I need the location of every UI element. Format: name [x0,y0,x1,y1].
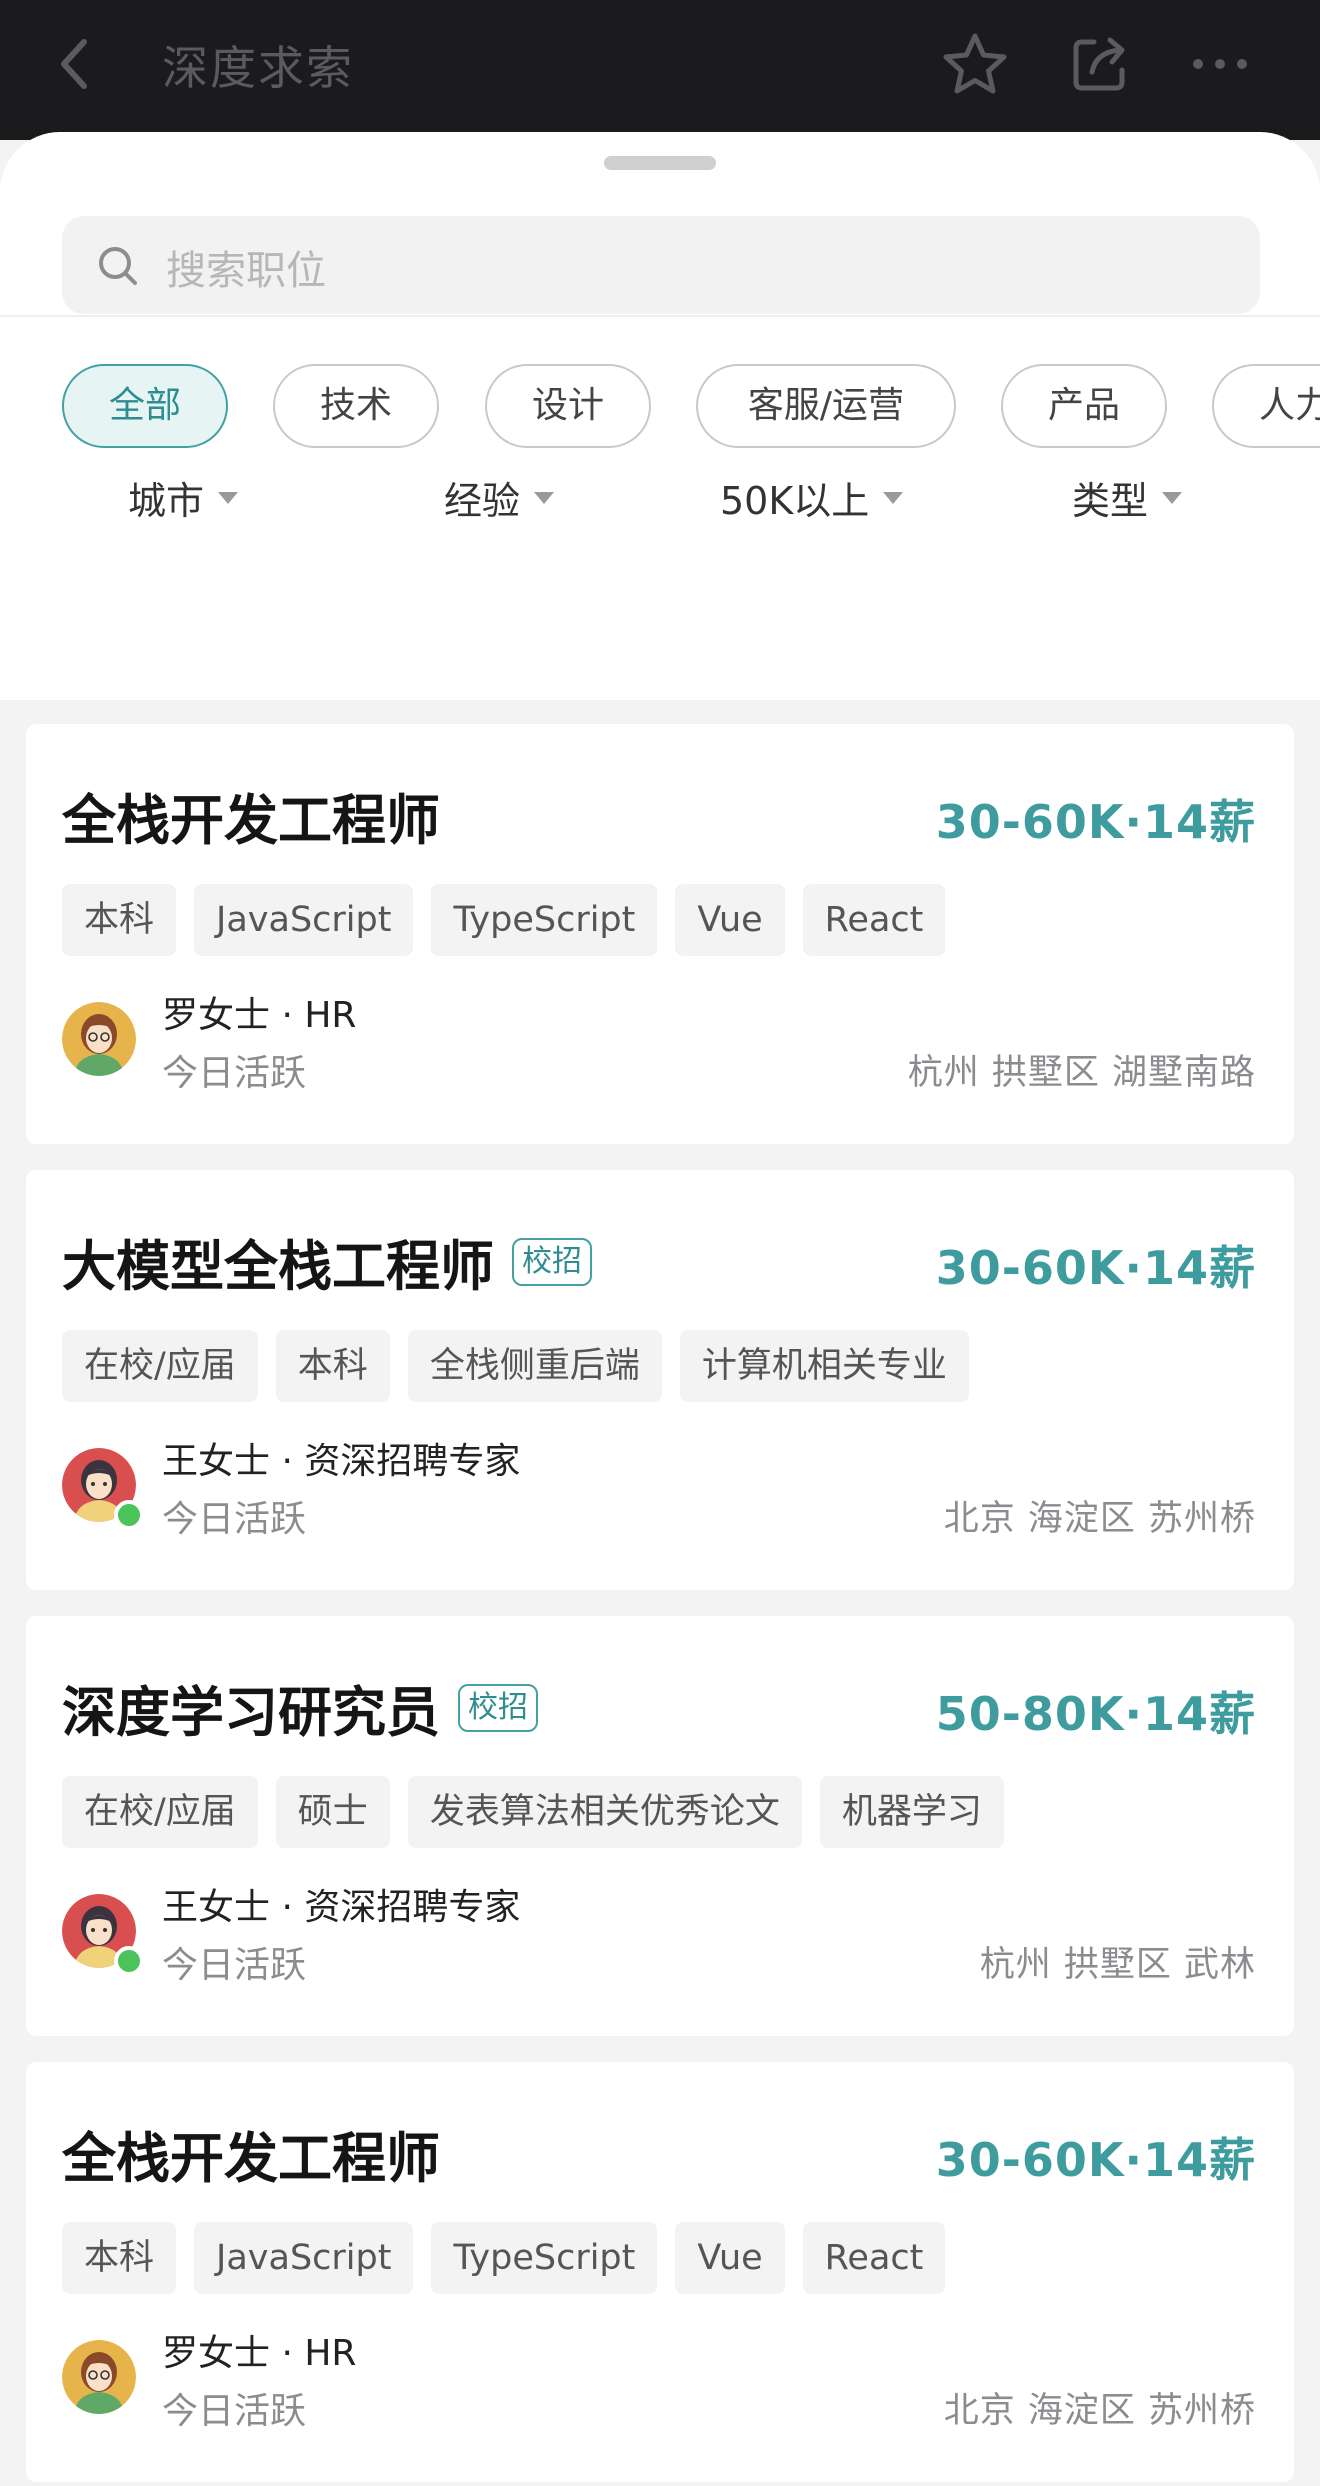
salary: 30-60K·14薪 [935,1241,1256,1295]
salary: 50-80K·14薪 [935,1687,1256,1741]
category-chips: 全部 技术 设计 客服/运营 产品 人力 [62,364,1320,448]
job-tag: 本科 [62,884,177,956]
salary: 30-60K·14薪 [935,2133,1256,2187]
campus-badge: 校招 [512,1237,592,1286]
job-tags: 在校/应届 硕士 发表算法相关优秀论文 机器学习 [62,1776,1022,1848]
job-card[interactable]: 深度学习研究员 校招 50-80K·14薪 在校/应届 硕士 发表算法相关优秀论文… [26,1616,1294,2036]
avatar [62,2340,136,2414]
job-tag: 硕士 [275,1776,390,1848]
chip-hr[interactable]: 人力 [1212,364,1320,448]
active-status: 今日活跃 [162,1499,307,1540]
job-tag: JavaScript [194,2222,414,2294]
recruiter-name: 罗女士 · HR [162,2333,357,2374]
dropdown-triangle-icon [534,491,555,504]
active-status: 今日活跃 [162,2391,307,2432]
dropdown-triangle-icon [883,491,904,504]
job-card[interactable]: 大模型全栈工程师 校招 30-60K·14薪 在校/应届 本科 全栈侧重后端 计算… [26,1170,1294,1590]
job-title: 深度学习研究员 校招 [62,1668,538,1747]
job-title: 大模型全栈工程师 校招 [62,1222,592,1301]
avatar [62,1002,136,1076]
search-icon [99,247,137,285]
star-icon[interactable] [940,30,1010,100]
search-placeholder: 搜索职位 [166,248,326,294]
more-horizontal-icon[interactable] [1190,56,1250,72]
job-tag: TypeScript [431,884,658,956]
job-tag: 在校/应届 [62,1776,258,1848]
job-title: 全栈开发工程师 [62,2127,440,2190]
recruiter-name: 罗女士 · HR [162,995,357,1036]
filter-salary[interactable]: 50K以上 [720,470,904,525]
job-tag: Vue [675,2222,785,2294]
filter-bar: 城市 经验 50K以上 类型 [0,470,1320,540]
filter-city[interactable]: 城市 [128,470,239,525]
job-tag: TypeScript [431,2222,658,2294]
job-tag: React [802,2222,946,2294]
chip-service-ops[interactable]: 客服/运营 [696,364,956,448]
share-icon[interactable] [1068,32,1132,96]
job-tag: React [802,884,946,956]
job-title: 全栈开发工程师 [62,789,440,852]
salary: 30-60K·14薪 [935,795,1256,849]
job-location: 北京 海淀区 苏州桥 [943,2391,1256,2431]
chip-design[interactable]: 设计 [485,364,651,448]
recruiter-name: 王女士 · 资深招聘专家 [162,1887,521,1928]
online-indicator [114,1500,144,1530]
dropdown-triangle-icon [218,491,239,504]
job-location: 杭州 拱墅区 武林 [979,1945,1256,1985]
job-card[interactable]: 全栈开发工程师 30-60K·14薪 本科 JavaScript TypeScr… [26,724,1294,1144]
page-title: 深度求索 [162,41,354,95]
job-tag: 计算机相关专业 [679,1330,969,1402]
top-bar: 深度求索 [0,0,1320,140]
search-input[interactable]: 搜索职位 [62,216,1260,314]
dropdown-triangle-icon [1162,491,1183,504]
job-location: 杭州 拱墅区 湖墅南路 [907,1053,1256,1093]
divider [0,315,1320,317]
job-tags: 本科 JavaScript TypeScript Vue React [62,2222,963,2294]
job-tag: 全栈侧重后端 [407,1330,662,1402]
recruiter-name: 王女士 · 资深招聘专家 [162,1441,521,1482]
drag-handle[interactable] [604,156,716,170]
chip-all[interactable]: 全部 [62,364,228,448]
job-tag: JavaScript [194,884,414,956]
job-location: 北京 海淀区 苏州桥 [943,1499,1256,1539]
job-tag: 发表算法相关优秀论文 [407,1776,802,1848]
job-tag: 机器学习 [819,1776,1004,1848]
filter-experience[interactable]: 经验 [444,470,555,525]
job-tag: 在校/应届 [62,1330,258,1402]
online-indicator [114,1946,144,1976]
chip-product[interactable]: 产品 [1001,364,1167,448]
campus-badge: 校招 [458,1683,538,1732]
job-tag: 本科 [62,2222,177,2294]
active-status: 今日活跃 [162,1945,307,1986]
chip-tech[interactable]: 技术 [273,364,439,448]
chevron-left-icon[interactable] [52,34,102,94]
active-status: 今日活跃 [162,1053,307,1094]
job-card[interactable]: 全栈开发工程师 30-60K·14薪 本科 JavaScript TypeScr… [26,2062,1294,2482]
filter-type[interactable]: 类型 [1072,470,1183,525]
job-tag: 本科 [275,1330,390,1402]
job-tags: 本科 JavaScript TypeScript Vue React [62,884,963,956]
job-tag: Vue [675,884,785,956]
job-tags: 在校/应届 本科 全栈侧重后端 计算机相关专业 [62,1330,987,1402]
